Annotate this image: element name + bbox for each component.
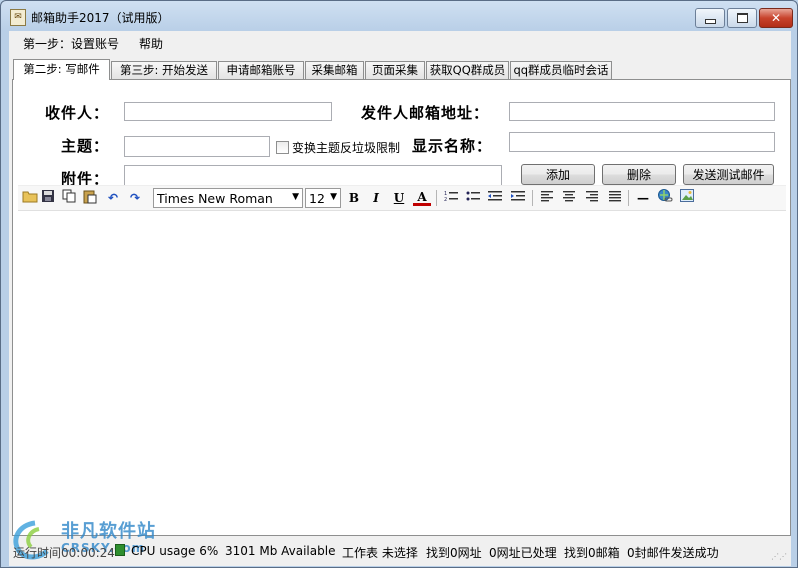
recipient-input[interactable] — [124, 102, 332, 121]
attachment-input[interactable] — [124, 165, 502, 186]
app-mailbox-icon: ✉ — [10, 9, 26, 26]
minimize-icon — [704, 18, 716, 24]
save-icon[interactable] — [39, 189, 57, 207]
subject-label: 主题： — [61, 137, 110, 155]
sender-email-input[interactable] — [509, 102, 775, 121]
status-memory: 3101 Mb Available — [225, 544, 336, 558]
font-size-select[interactable]: 12 ▼ — [305, 188, 341, 208]
tab-qq-group-members[interactable]: 获取QQ群成员 — [426, 61, 509, 79]
menu-bar: 第一步：设置账号 帮助 — [9, 31, 791, 53]
font-family-value: Times New Roman — [157, 191, 273, 206]
redo-icon[interactable]: ↷ — [126, 189, 144, 207]
font-color-button[interactable]: A — [413, 189, 431, 206]
tab-write-mail[interactable]: 第二步: 写邮件 — [13, 59, 110, 80]
italic-button[interactable]: I — [367, 189, 385, 207]
add-attachment-button[interactable]: 添加 — [521, 164, 595, 185]
bold-button[interactable]: B — [345, 189, 363, 207]
close-button[interactable]: ✕ — [759, 8, 793, 28]
font-size-value: 12 — [309, 191, 325, 206]
toolbar-separator — [628, 190, 629, 206]
minimize-button[interactable] — [695, 8, 725, 28]
resize-grip-icon[interactable]: ⋰⋰ — [771, 552, 787, 561]
tab-qq-temp-chat[interactable]: qq群成员临时会话 — [510, 61, 612, 79]
toolbar-separator — [532, 190, 533, 206]
insert-link-icon[interactable] — [656, 189, 674, 207]
delete-attachment-button[interactable]: 删除 — [602, 164, 676, 185]
subject-input[interactable] — [124, 136, 270, 157]
font-family-select[interactable]: Times New Roman ▼ — [153, 188, 303, 208]
app-window: ✉ 邮箱助手2017（试用版） ✕ 第一步：设置账号 帮助 第二步: 写邮件 第… — [0, 0, 798, 568]
antispam-label: 变换主题反垃圾限制 — [292, 141, 401, 155]
insert-image-icon[interactable] — [678, 189, 696, 207]
status-urls-found: 找到0网址 — [426, 546, 482, 560]
align-left-icon[interactable] — [538, 189, 556, 207]
underline-button[interactable]: U — [390, 189, 408, 207]
maximize-icon — [736, 13, 748, 23]
tab-strip: 第二步: 写邮件 第三步: 开始发送 申请邮箱账号 采集邮箱 页面采集 获取QQ… — [13, 59, 789, 80]
watermark-text: 非凡软件站 — [61, 521, 156, 542]
tab-apply-account[interactable]: 申请邮箱账号 — [218, 61, 304, 79]
paste-icon[interactable] — [81, 189, 99, 207]
outdent-icon[interactable] — [486, 189, 504, 207]
editor-toolbar: ↶ ↷ Times New Roman ▼ 12 ▼ B I U A 12 — — [18, 185, 786, 211]
status-runtime: 运行时间00:00:24 — [13, 546, 115, 560]
svg-text:2: 2 — [444, 197, 447, 202]
chevron-down-icon: ▼ — [330, 192, 337, 202]
undo-icon[interactable]: ↶ — [104, 189, 122, 207]
status-cpu: CPU usage 6% — [131, 544, 219, 558]
display-name-label: 显示名称： — [412, 137, 493, 155]
status-emails-found: 找到0邮箱 — [564, 546, 620, 560]
tab-page-collect[interactable]: 页面采集 — [365, 61, 425, 79]
justify-icon[interactable] — [606, 189, 624, 207]
tab-collect-emails[interactable]: 采集邮箱 — [305, 61, 364, 79]
align-right-icon[interactable] — [583, 189, 601, 207]
window-title: 邮箱助手2017（试用版） — [31, 11, 170, 25]
numbered-list-icon[interactable]: 12 — [442, 189, 460, 207]
sender-label: 发件人邮箱地址： — [361, 104, 490, 122]
tab-start-sending[interactable]: 第三步: 开始发送 — [111, 61, 217, 79]
align-center-icon[interactable] — [560, 189, 578, 207]
chevron-down-icon: ▼ — [292, 192, 299, 202]
toolbar-separator — [436, 190, 437, 206]
close-icon: ✕ — [770, 11, 782, 25]
display-name-input[interactable] — [509, 132, 775, 152]
bullet-list-icon[interactable] — [464, 189, 482, 207]
menu-setup-account[interactable]: 第一步：设置账号 — [17, 35, 125, 52]
open-folder-icon[interactable] — [21, 189, 39, 207]
compose-panel: 收件人： 发件人邮箱地址： 主题： 变换主题反垃圾限制 显示名称： 附件： 添加… — [12, 79, 791, 536]
menu-help[interactable]: 帮助 — [133, 35, 169, 52]
title-bar[interactable]: ✉ 邮箱助手2017（试用版） ✕ — [1, 1, 797, 31]
status-bar: 非凡软件站 CRSKY.com 运行时间00:00:24 CPU usage 6… — [9, 520, 791, 565]
copy-icon[interactable] — [60, 189, 78, 207]
status-worksheet: 工作表 未选择 — [342, 546, 418, 560]
maximize-button[interactable] — [727, 8, 757, 28]
cpu-meter-icon — [115, 544, 125, 559]
mail-body-editor[interactable] — [18, 211, 786, 531]
status-urls-processed: 0网址已处理 — [489, 546, 557, 560]
send-test-mail-button[interactable]: 发送测试邮件 — [683, 164, 774, 185]
status-sent: 0封邮件发送成功 — [627, 546, 719, 560]
client-area: 第一步：设置账号 帮助 第二步: 写邮件 第三步: 开始发送 申请邮箱账号 采集… — [9, 31, 791, 566]
antispam-checkbox[interactable] — [276, 141, 289, 154]
horizontal-rule-icon[interactable]: — — [634, 189, 652, 207]
indent-icon[interactable] — [509, 189, 527, 207]
recipient-label: 收件人： — [45, 104, 110, 122]
